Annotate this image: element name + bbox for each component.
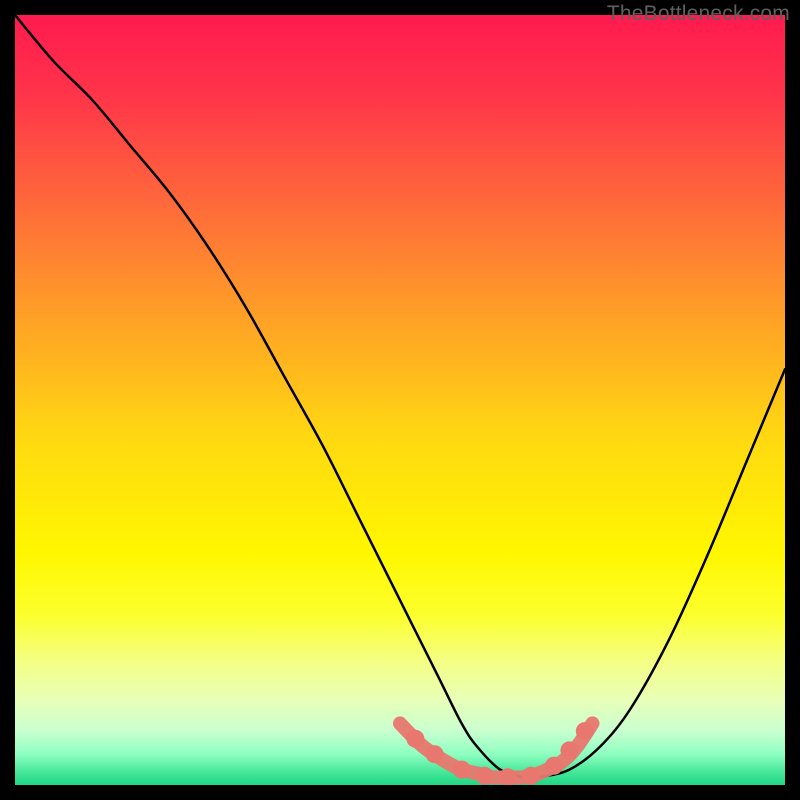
- optimal-marker-dot: [560, 741, 578, 759]
- optimal-marker-dot: [522, 767, 540, 785]
- chart-frame: TheBottleneck.com: [0, 0, 800, 800]
- optimal-marker-dot: [545, 757, 563, 775]
- optimal-marker-dot: [476, 767, 494, 785]
- curve-layer: [15, 15, 785, 785]
- plot-area: [15, 15, 785, 785]
- optimal-marker-dot: [453, 761, 471, 779]
- optimal-marker-dot: [406, 730, 424, 748]
- optimal-marker-dot: [426, 745, 444, 763]
- optimal-marker-dot: [576, 722, 594, 740]
- optimal-range-dots: [406, 722, 593, 785]
- bottleneck-curve: [15, 15, 785, 778]
- watermark-text: TheBottleneck.com: [607, 2, 790, 26]
